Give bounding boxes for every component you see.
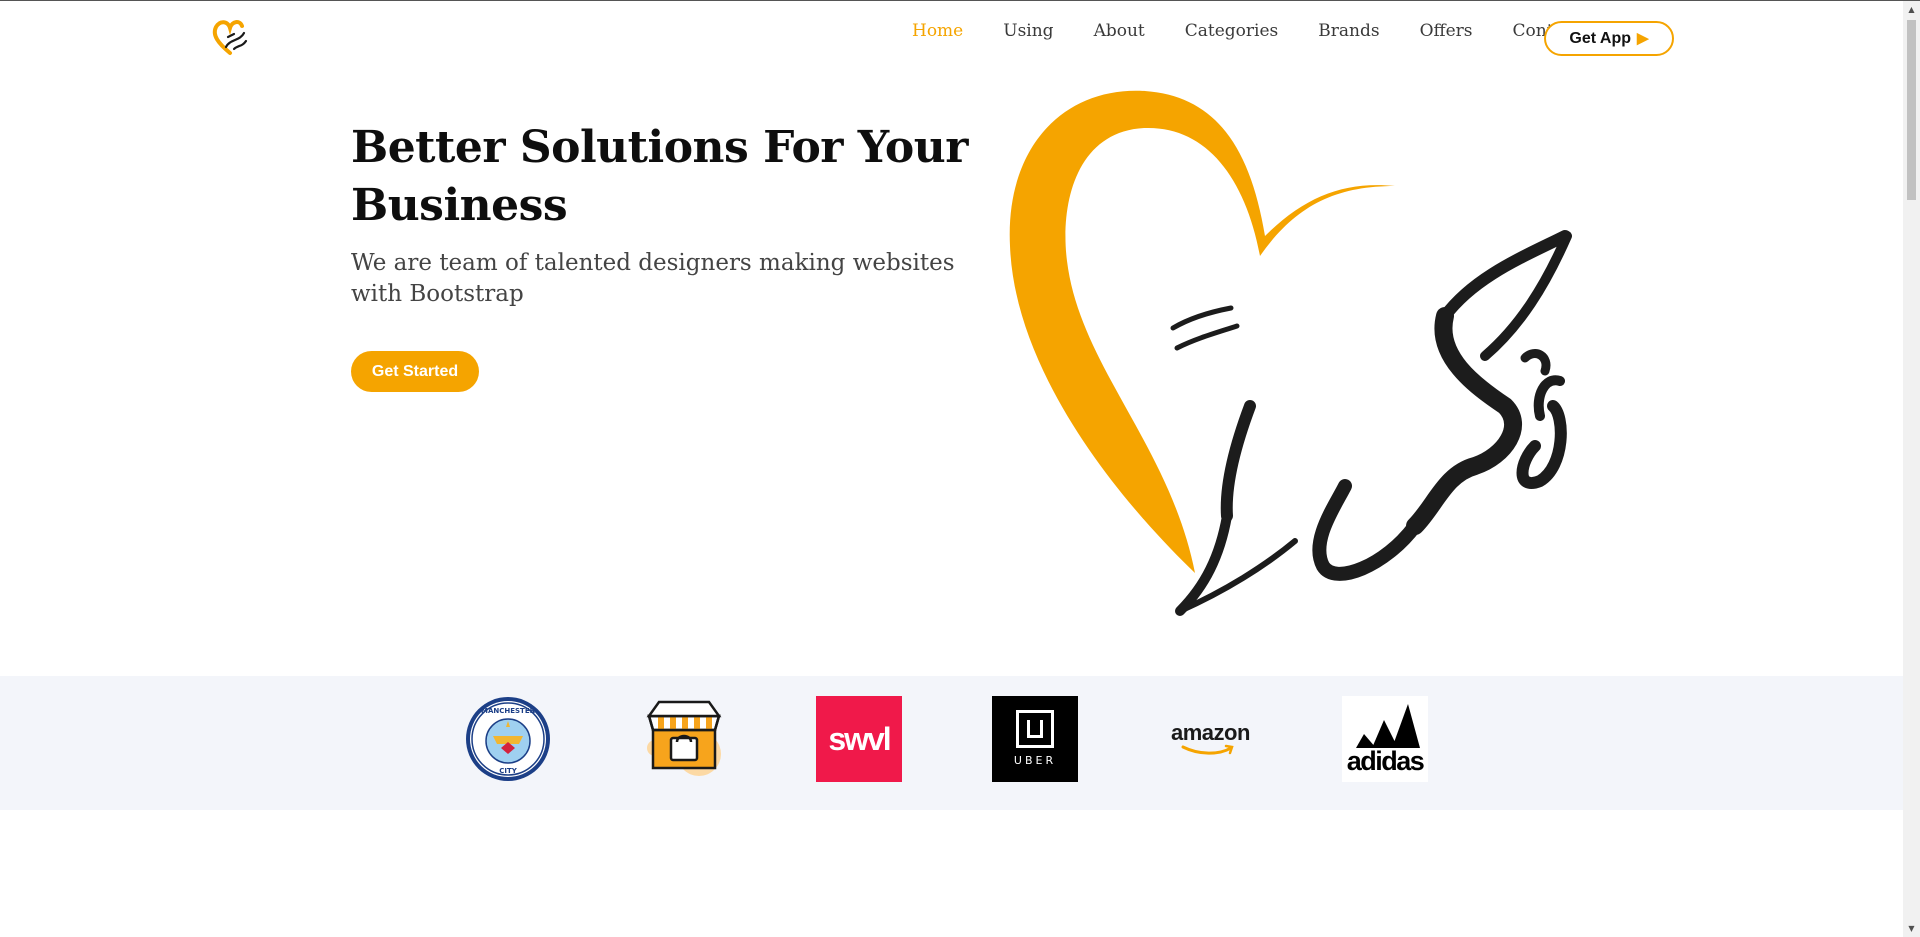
client-uber[interactable]: UBER (992, 696, 1078, 782)
client-manchester-city[interactable]: MANCHESTER CITY (465, 696, 551, 782)
scroll-down-arrow-icon[interactable]: ▼ (1907, 925, 1916, 933)
manchester-city-logo-icon: MANCHESTER CITY (466, 697, 550, 781)
nav-brands-link[interactable]: Brands (1318, 21, 1379, 41)
uber-logo-icon: UBER (992, 696, 1078, 782)
brand-logo-icon[interactable] (210, 17, 250, 57)
page-scrollbar[interactable]: ▲ ▼ (1903, 1, 1920, 937)
uber-text: UBER (1013, 754, 1057, 767)
client-adidas[interactable]: adidas (1342, 696, 1428, 782)
hero-subtitle: We are team of talented designers making… (351, 250, 955, 307)
get-app-label: Get App (1569, 29, 1632, 47)
shop-bag-logo-icon (646, 700, 722, 776)
mcfc-bottom-text: CITY (499, 767, 518, 775)
play-arrow-icon: ▶ (1637, 30, 1649, 47)
amazon-text: amazon (1171, 720, 1250, 745)
amazon-logo-icon: amazon (1167, 696, 1253, 782)
swvl-logo-icon: swvl (816, 696, 902, 782)
client-swvl[interactable]: swvl (816, 696, 902, 782)
clients-section: MANCHESTER CITY swvl UBER amazon adidas (0, 676, 1903, 810)
mcfc-top-text: MANCHESTER (481, 707, 536, 715)
get-started-button[interactable]: Get Started (351, 351, 479, 392)
adidas-text: adidas (1346, 746, 1425, 776)
scroll-thumb[interactable] (1907, 20, 1916, 200)
client-shop[interactable] (641, 696, 727, 782)
nav-about-link[interactable]: About (1094, 21, 1145, 41)
main-nav: Home Using About Categories Brands Offer… (912, 21, 1620, 41)
get-app-button[interactable]: Get App ▶ (1544, 21, 1674, 56)
nav-offers-link[interactable]: Offers (1420, 21, 1473, 41)
site-header: Home Using About Categories Brands Offer… (0, 1, 1903, 75)
swvl-text: swvl (828, 720, 891, 757)
adidas-logo-icon: adidas (1342, 696, 1428, 782)
heart-calligraphy-icon (1009, 90, 1572, 616)
nav-using-link[interactable]: Using (1003, 21, 1053, 41)
client-amazon[interactable]: amazon (1167, 696, 1253, 782)
scroll-up-arrow-icon[interactable]: ▲ (1907, 6, 1916, 14)
nav-home-link[interactable]: Home (912, 21, 963, 41)
hero-title: Better Solutions For Your Business (351, 122, 968, 231)
nav-categories-link[interactable]: Categories (1185, 21, 1279, 41)
